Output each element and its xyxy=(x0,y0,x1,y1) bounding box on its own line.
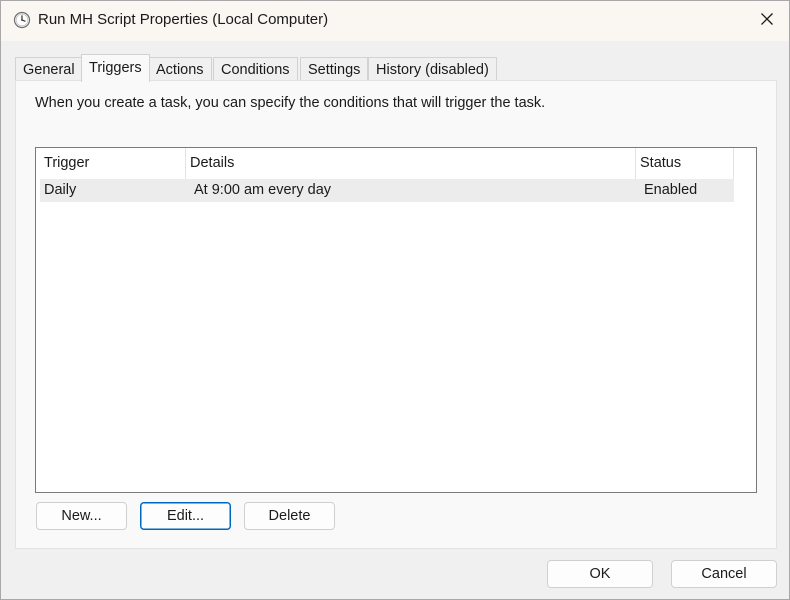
title-bar: Run MH Script Properties (Local Computer… xyxy=(1,1,789,41)
clock-icon xyxy=(13,11,31,29)
column-header-status[interactable]: Status xyxy=(636,148,734,179)
tab-actions[interactable]: Actions xyxy=(148,57,212,81)
triggers-description: When you create a task, you can specify … xyxy=(35,95,546,111)
cancel-button[interactable]: Cancel xyxy=(671,560,777,588)
table-row[interactable]: Daily At 9:00 am every day Enabled xyxy=(40,179,734,202)
column-header-trigger[interactable]: Trigger xyxy=(40,148,186,179)
tab-general[interactable]: General xyxy=(15,57,83,81)
list-header: Trigger Details Status xyxy=(40,148,734,179)
tab-conditions[interactable]: Conditions xyxy=(213,57,298,81)
tab-history[interactable]: History (disabled) xyxy=(368,57,497,81)
close-icon xyxy=(760,12,774,30)
window-title: Run MH Script Properties (Local Computer… xyxy=(38,11,329,28)
triggers-panel: When you create a task, you can specify … xyxy=(15,80,777,549)
triggers-list[interactable]: Trigger Details Status Daily At 9:00 am … xyxy=(35,147,757,493)
new-button[interactable]: New... xyxy=(36,502,127,530)
cell-trigger: Daily xyxy=(44,182,77,198)
ok-button[interactable]: OK xyxy=(547,560,653,588)
cell-status: Enabled xyxy=(644,182,698,198)
tab-strip: General Triggers Actions Conditions Sett… xyxy=(15,54,777,82)
properties-dialog: Run MH Script Properties (Local Computer… xyxy=(0,0,790,600)
column-header-details[interactable]: Details xyxy=(186,148,636,179)
tab-settings[interactable]: Settings xyxy=(300,57,369,81)
delete-button[interactable]: Delete xyxy=(244,502,335,530)
tab-triggers[interactable]: Triggers xyxy=(81,54,150,82)
cell-details: At 9:00 am every day xyxy=(194,182,332,198)
edit-button[interactable]: Edit... xyxy=(140,502,231,530)
close-button[interactable] xyxy=(745,1,789,41)
